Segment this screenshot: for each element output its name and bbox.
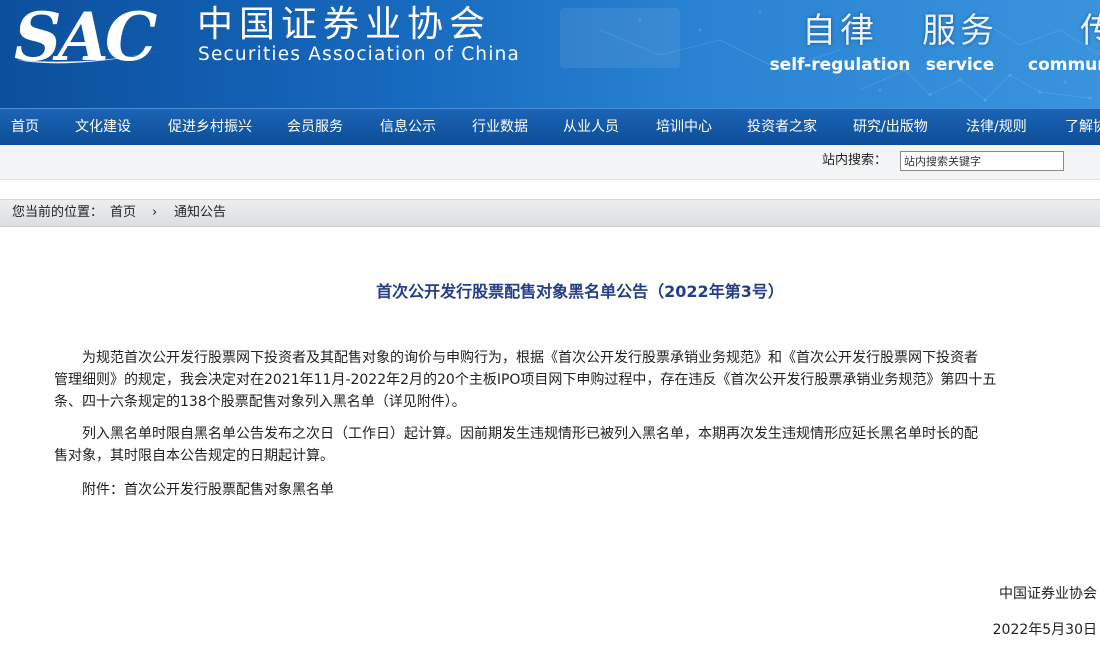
- main-nav: 首页 文化建设 促进乡村振兴 会员服务 信息公示 行业数据 从业人员 培训中心 …: [0, 108, 1100, 145]
- nav-item-rural[interactable]: 促进乡村振兴: [168, 109, 252, 145]
- search-input[interactable]: [900, 151, 1064, 171]
- site-banner: SAC 中国证券业协会 Securities Association of Ch…: [0, 0, 1100, 108]
- nav-item-home[interactable]: 首页: [11, 109, 39, 145]
- nav-item-about[interactable]: 了解协会: [1065, 109, 1100, 145]
- article-paragraph-1: 为规范首次公开发行股票网下投资者及其配售对象的询价与申购行为，根据《首次公开发行…: [54, 347, 1100, 413]
- slogan-self-regulation: 自律 self-regulation: [765, 10, 915, 75]
- nav-item-culture[interactable]: 文化建设: [75, 109, 131, 145]
- attachment-link[interactable]: 附件：首次公开发行股票配售对象黑名单: [54, 479, 1100, 501]
- paragraph-line: 列入黑名单时限自黑名单公告发布之次日（工作日）起计算。因前期发生违规情形已被列入…: [54, 426, 978, 442]
- slogan-zh: 自律: [802, 11, 878, 51]
- nav-item-research[interactable]: 研究/出版物: [853, 109, 928, 145]
- paragraph-line: 为规范首次公开发行股票网下投资者及其配售对象的询价与申购行为，根据《首次公开发行…: [54, 350, 978, 366]
- article-paragraph-2: 列入黑名单时限自黑名单公告发布之次日（工作日）起计算。因前期发生违规情形已被列入…: [54, 423, 1100, 467]
- breadcrumb-current[interactable]: 通知公告: [174, 200, 226, 226]
- nav-item-data[interactable]: 行业数据: [472, 109, 528, 145]
- nav-item-member[interactable]: 会员服务: [287, 109, 343, 145]
- slogan-en: service: [925, 55, 995, 75]
- paragraph-line: 售对象，其时限自本公告规定的日期起计算。: [54, 448, 334, 464]
- nav-item-disclosure[interactable]: 信息公示: [380, 109, 436, 145]
- slogan-service: 服务 service: [920, 10, 1000, 75]
- slogan-en: self-regulation: [769, 55, 911, 75]
- nav-item-training[interactable]: 培训中心: [656, 109, 712, 145]
- nav-item-practitioners[interactable]: 从业人员: [563, 109, 619, 145]
- paragraph-line: 条、四十六条规定的138个股票配售对象列入黑名单（详见附件）。: [54, 394, 466, 410]
- search-label: 站内搜索：: [822, 153, 888, 168]
- breadcrumb-home-link[interactable]: 首页: [110, 200, 136, 226]
- article-date: 2022年5月30日: [992, 622, 1097, 638]
- paragraph-line: 管理细则》的规定，我会决定对在2021年11月-2022年2月的20个主板IPO…: [54, 372, 997, 388]
- breadcrumb-prefix: 您当前的位置：: [12, 205, 104, 220]
- breadcrumb: 您当前的位置： 首页 › 通知公告: [0, 199, 1100, 227]
- search-bar: 站内搜索：: [0, 145, 1100, 180]
- article-signature: 中国证券业协会: [999, 586, 1097, 602]
- article-title: 首次公开发行股票配售对象黑名单公告（2022年第3号）: [376, 282, 784, 301]
- article-attachment[interactable]: 附件：首次公开发行股票配售对象黑名单: [54, 479, 1100, 501]
- nav-item-investors[interactable]: 投资者之家: [747, 109, 817, 145]
- slogan-zh: 传导: [1080, 10, 1100, 52]
- org-name-english: Securities Association of China: [198, 44, 521, 65]
- org-name-chinese: 中国证券业协会: [197, 4, 492, 45]
- nav-item-law[interactable]: 法律/规则: [966, 109, 1027, 145]
- slogan-communication: 传导 communication: [1028, 10, 1100, 75]
- slogan-en: communication: [1028, 55, 1100, 75]
- breadcrumb-separator: ›: [152, 205, 158, 220]
- slogan-zh: 服务: [922, 11, 998, 51]
- logo-swoosh-icon: [16, 50, 164, 64]
